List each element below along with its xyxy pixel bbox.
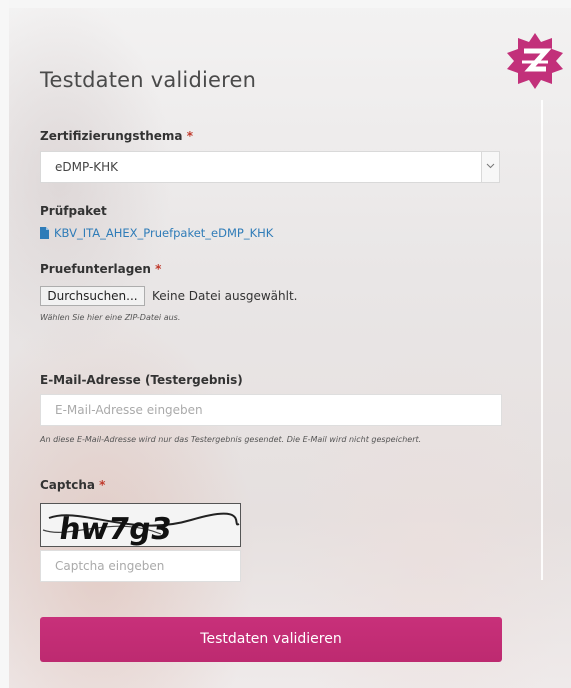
docs-label-text: Pruefunterlagen [40,262,151,276]
topic-label-text: Zertifizierungsthema [40,129,183,143]
captcha-label-text: Captcha [40,478,95,492]
email-placeholder: E-Mail-Adresse eingeben [55,403,203,417]
file-icon [40,227,49,239]
email-hint: An diese E-Mail-Adresse wird nur das Tes… [40,435,422,444]
captcha-text: hw7g3 [57,512,174,546]
no-file-text: Keine Datei ausgewählt. [152,289,298,303]
topic-label: Zertifizierungsthema * [40,129,193,143]
required-mark: * [99,478,106,492]
z-star-logo-icon [507,33,563,89]
captcha-placeholder: Captcha eingeben [55,559,165,573]
required-mark: * [186,129,193,143]
captcha-graphic: hw7g3 [42,512,240,546]
captcha-input[interactable]: Captcha eingeben [40,550,241,582]
email-label: E-Mail-Adresse (Testergebnis) [40,373,243,387]
browse-button[interactable]: Durchsuchen... [40,286,145,306]
submit-button[interactable]: Testdaten validieren [40,617,502,662]
email-field[interactable]: E-Mail-Adresse eingeben [40,394,502,426]
top-border [0,0,571,8]
topic-select[interactable]: eDMP-KHK [40,151,500,183]
zip-hint: Wählen Sie hier eine ZIP-Datei aus. [40,313,181,322]
captcha-image: hw7g3 [40,503,241,547]
left-border [0,0,9,688]
dropdown-button[interactable] [481,152,499,182]
captcha-label: Captcha * [40,478,105,492]
package-label: Prüfpaket [40,204,107,218]
page-title: Testdaten validieren [40,68,257,92]
chevron-down-icon [486,163,495,169]
background [0,0,571,688]
docs-label: Pruefunterlagen * [40,262,161,276]
package-file-link[interactable]: KBV_ITA_AHEX_Pruefpaket_eDMP_KHK [40,226,273,240]
required-mark: * [155,262,162,276]
package-file-name: KBV_ITA_AHEX_Pruefpaket_eDMP_KHK [54,226,274,240]
topic-select-value: eDMP-KHK [55,160,119,174]
divider-line [541,100,543,580]
